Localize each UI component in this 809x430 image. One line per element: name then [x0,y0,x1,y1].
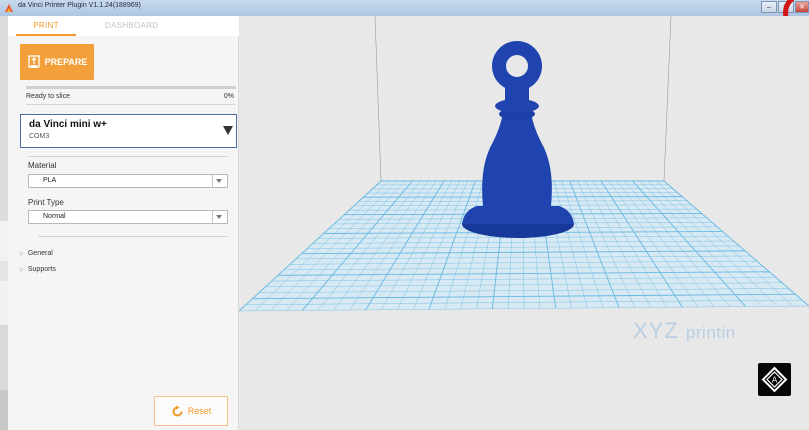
strip-segment [0,261,8,281]
settings-panel: PRINT DASHBOARD PREPARE Ready to slice 0… [8,16,239,430]
expand-arrow-icon: ▷ [20,266,24,273]
strip-segment [0,390,8,430]
print-type-value: Normal [43,213,66,220]
title-bar: da Vinci Printer Plugin V1.1.24(188969) … [0,0,809,34]
tree-item-label: General [27,250,53,257]
expand-arrow-icon: ▷ [20,250,24,257]
slice-percent: 0% [223,93,234,100]
build-volume-scene [239,16,809,312]
print-type-select[interactable]: Normal [28,210,228,224]
xyz-printing-watermark: XYZ printin [633,318,736,344]
reset-button[interactable]: Reset [154,396,228,426]
build-volume-edge [374,16,382,182]
tab-bar: PRINT DASHBOARD [8,16,239,36]
minimize-button[interactable]: – [761,1,777,13]
printer-name: da Vinci mini w+ [29,119,107,130]
refresh-icon [172,405,183,416]
divider [28,156,228,157]
brand-main: XYZ [633,318,679,343]
ar-cube-icon: A [761,366,788,393]
chevron-down-icon [212,175,227,187]
window-title: da Vinci Printer Plugin V1.1.24(188969) [18,2,141,9]
print-icon [27,55,40,68]
tree-item-supports[interactable]: ▷ Supports [20,266,56,273]
slice-progress-bar [26,86,236,89]
material-value: PLA [43,177,57,184]
tree-item-general[interactable]: ▷ General [20,250,53,257]
strip-segment [0,16,8,221]
app-icon [5,4,13,12]
print-type-label: Print Type [28,198,64,207]
material-select[interactable]: PLA [28,174,228,188]
divider [38,236,228,237]
strip-segment [0,221,8,261]
build-volume-edge [663,16,672,182]
svg-text:A: A [772,376,778,385]
ar-view-button[interactable]: A [758,363,791,396]
material-label: Material [28,161,57,170]
tab-dashboard[interactable]: DASHBOARD [105,21,158,30]
slice-status: Ready to slice [26,93,70,100]
pawn-model[interactable] [462,41,574,238]
prepare-button[interactable]: PREPARE [20,44,94,80]
divider [26,104,235,105]
strip-segment [0,281,8,325]
tree-item-label: Supports [27,266,56,273]
reset-label: Reset [187,406,212,416]
dropdown-arrow-icon [223,126,233,135]
tab-print[interactable]: PRINT [28,21,64,30]
active-tab-indicator [16,34,76,36]
brand-sub: printin [685,323,736,342]
3d-viewport[interactable]: XYZ printin A [239,16,809,430]
prepare-label: PREPARE [44,57,88,67]
printer-selector[interactable]: da Vinci mini w+ COM3 [20,114,237,148]
background-window-strip [0,16,8,430]
chevron-down-icon [212,211,227,223]
printer-port: COM3 [29,133,50,140]
strip-segment [0,325,8,390]
